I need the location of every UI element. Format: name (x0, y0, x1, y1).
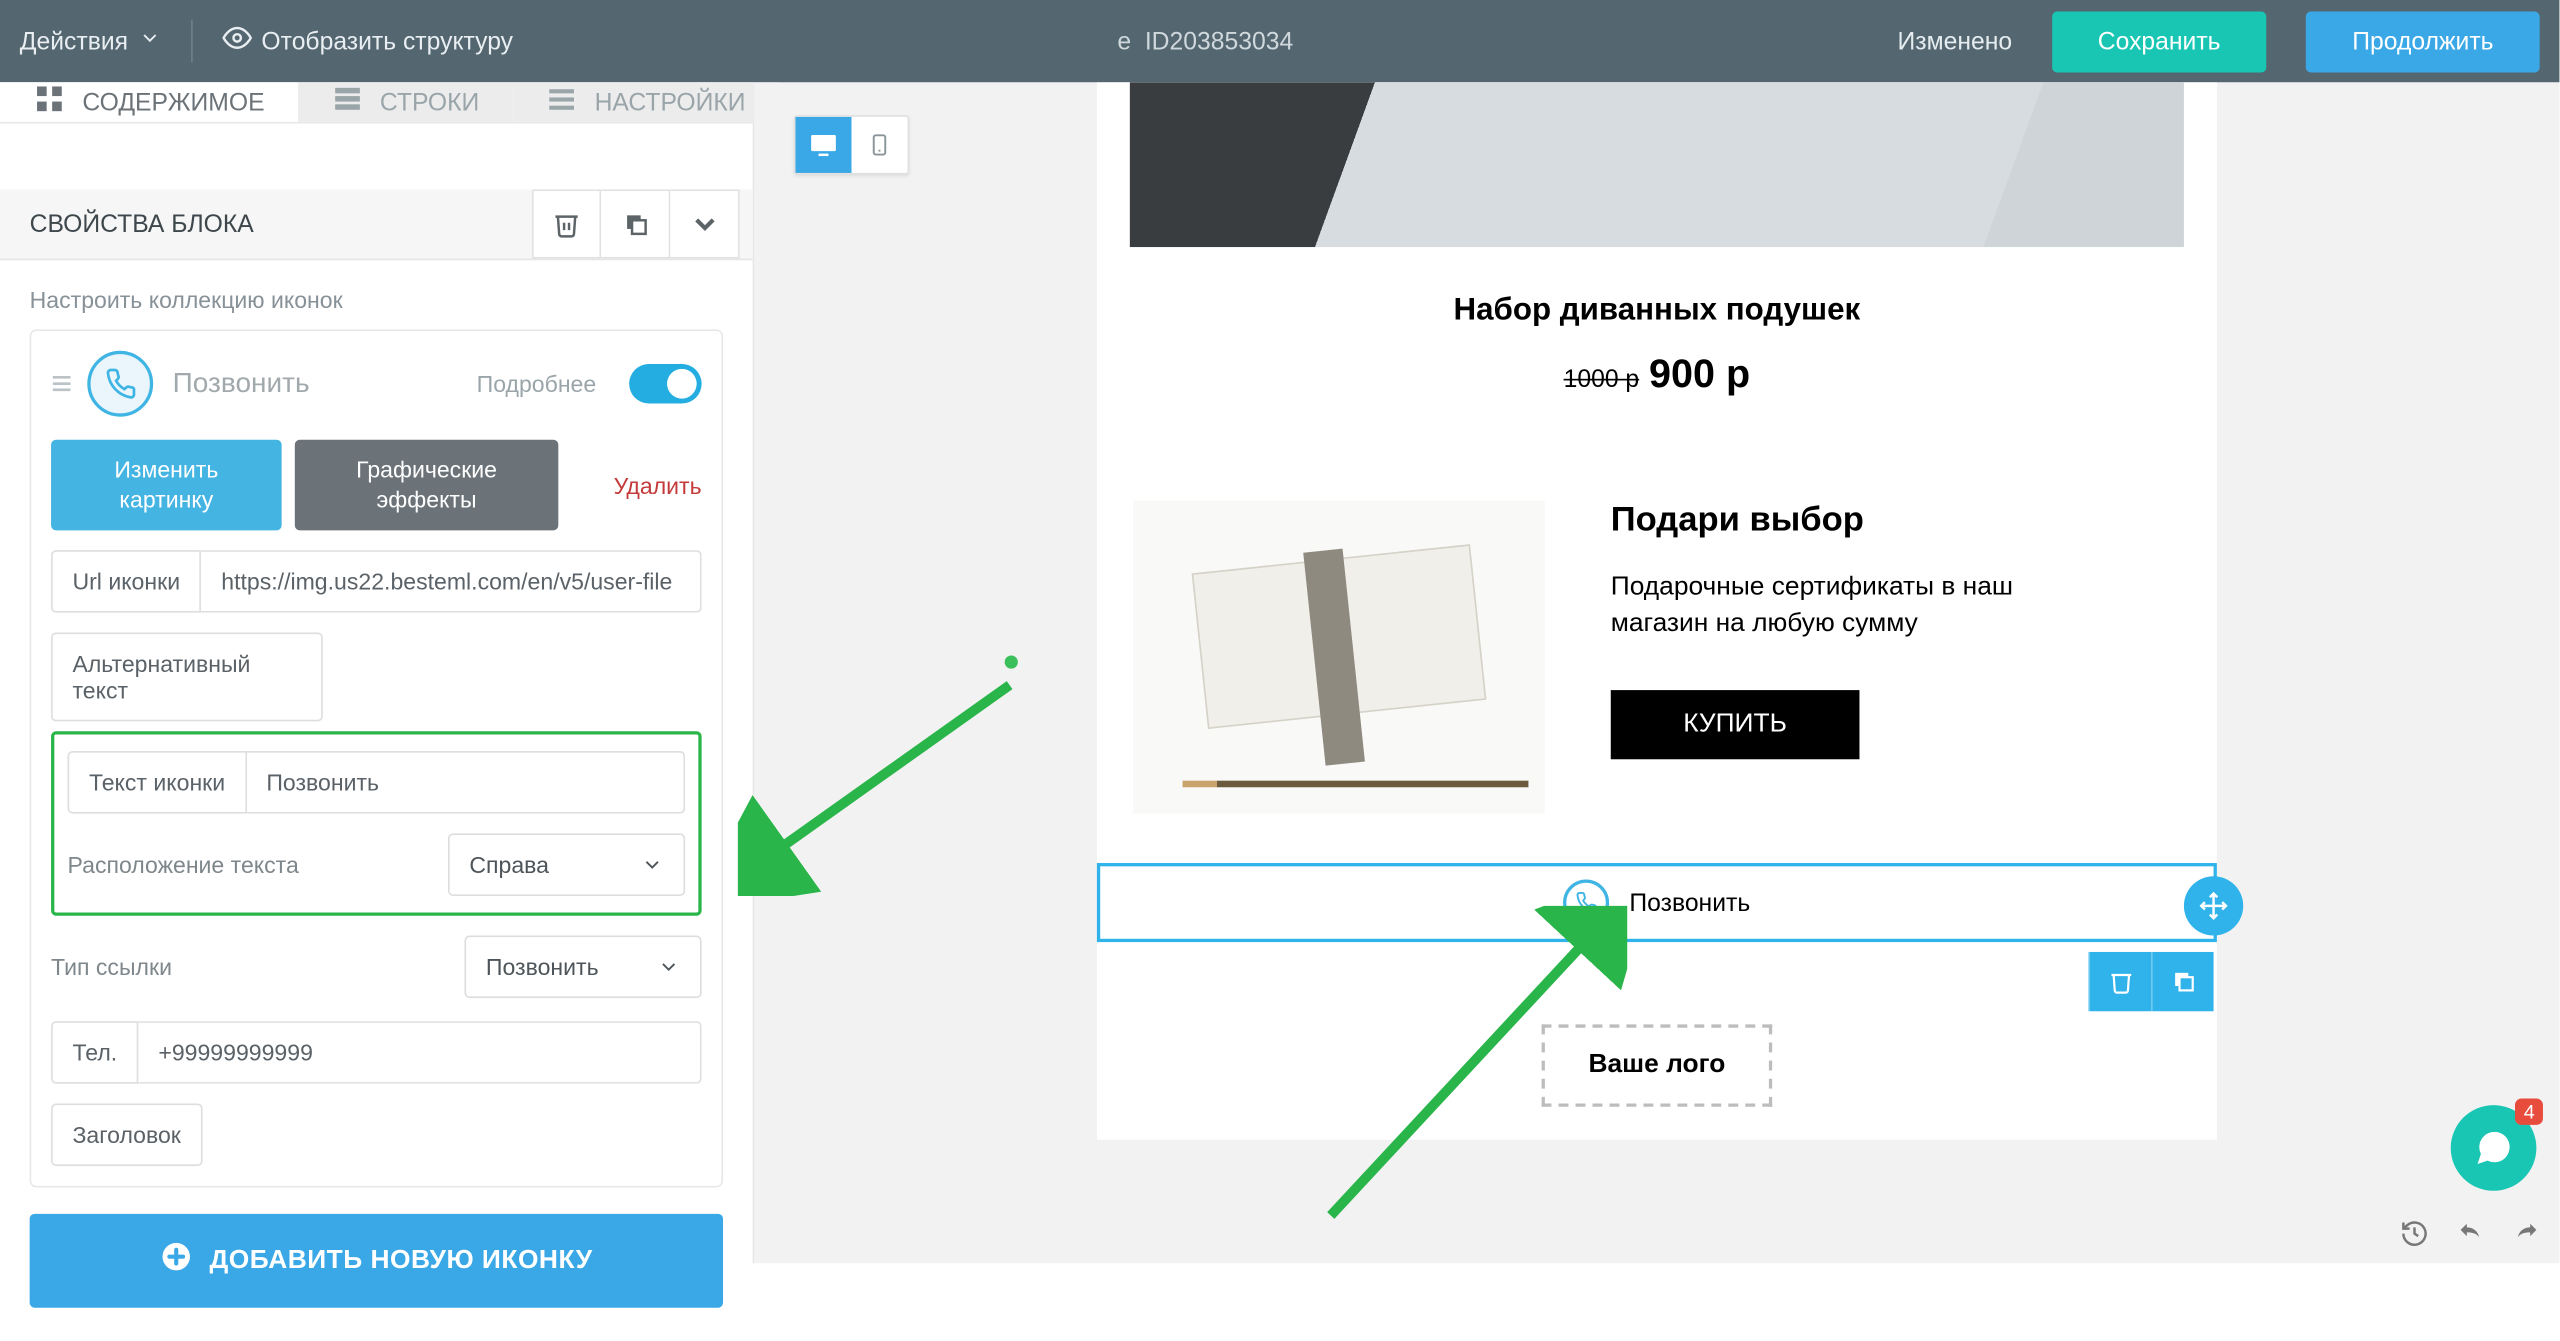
alt-text-input[interactable]: Альтернативный текст (51, 632, 323, 721)
text-position-label: Расположение текста (68, 851, 422, 877)
duplicate-block-button[interactable] (601, 189, 670, 258)
actions-menu[interactable]: Действия (20, 26, 161, 56)
copy-icon (620, 209, 650, 239)
more-label: Подробнее (477, 371, 597, 397)
plus-circle-icon (160, 1240, 193, 1281)
collection-hint: Настроить коллекцию иконок (30, 287, 723, 313)
icon-card: ≡ Позвонить Подробнее Изменить картинку … (30, 329, 723, 1187)
call-block-selected[interactable]: Позвонить (1097, 863, 2217, 942)
history-tools (2391, 1211, 2549, 1257)
callbar-text: Позвонить (1629, 889, 1750, 917)
phone-icon (87, 351, 153, 417)
annotation-arrow (738, 665, 1034, 896)
block-properties-title: СВОЙСТВА БЛОКА (30, 210, 254, 238)
actions-label: Действия (20, 27, 128, 55)
sidebar: СОДЕРЖИМОЕ СТРОКИ НАСТРОЙКИ СВОЙСТВА БЛО… (0, 82, 754, 1263)
graphic-effects-button[interactable]: Графические эффекты (295, 440, 559, 531)
undo-icon (2456, 1219, 2486, 1249)
block-properties-header: СВОЙСТВА БЛОКА (0, 189, 753, 260)
icon-url-label: Url иконки (51, 550, 201, 613)
undo-button[interactable] (2447, 1211, 2493, 1257)
redo-button[interactable] (2503, 1211, 2549, 1257)
settings-icon (545, 82, 578, 122)
chat-badge: 4 (2515, 1099, 2542, 1125)
sidebar-tabs: СОДЕРЖИМОЕ СТРОКИ НАСТРОЙКИ (0, 82, 753, 123)
tab-settings-label: НАСТРОЙКИ (595, 88, 746, 116)
rows-icon (330, 82, 363, 122)
canvas: Набор диванных подушек 1000 р 900 р Подар… (754, 82, 2559, 1263)
new-price: 900 р (1649, 352, 1750, 396)
add-icon-button[interactable]: ДОБАВИТЬ НОВУЮ ИКОНКУ (30, 1214, 723, 1308)
chat-icon (2472, 1127, 2515, 1170)
product-price: 1000 р 900 р (1097, 352, 2217, 398)
delete-block-button[interactable] (532, 189, 601, 258)
email-preview: Набор диванных подушек 1000 р 900 р Подар… (1097, 82, 2217, 1139)
mobile-preview-button[interactable] (851, 117, 907, 173)
save-button[interactable]: Сохранить (2052, 11, 2267, 72)
changed-status: Изменено (1898, 27, 2013, 55)
show-structure-label: Отобразить структуру (261, 27, 513, 55)
row-duplicate-button[interactable] (2151, 952, 2214, 1011)
highlighted-section: Текст иконки Позвонить Расположение текс… (51, 731, 702, 915)
link-type-select[interactable]: Позвонить (464, 935, 701, 998)
icon-title: Позвонить (173, 367, 457, 400)
more-toggle[interactable] (629, 364, 701, 404)
icon-url-row: Url иконки https://img.us22.besteml.com/… (51, 550, 702, 613)
move-handle[interactable] (2184, 876, 2243, 935)
content-icon (33, 82, 66, 122)
icon-url-input[interactable]: https://img.us22.besteml.com/en/v5/user-… (202, 550, 702, 613)
template-id: e ID203853034 (536, 27, 1874, 55)
chevron-down-icon (657, 955, 680, 978)
continue-button[interactable]: Продолжить (2306, 11, 2539, 72)
tel-input[interactable]: +99999999999 (139, 1021, 702, 1084)
copy-icon (2170, 968, 2196, 994)
buy-button[interactable]: КУПИТЬ (1611, 690, 1860, 759)
drag-handle-icon[interactable]: ≡ (51, 362, 67, 405)
tab-content-label: СОДЕРЖИМОЕ (82, 88, 264, 116)
link-type-label: Тип ссылки (51, 954, 438, 980)
product-title: Набор диванных подушек (1097, 293, 2217, 329)
eye-icon (222, 23, 252, 59)
icon-text-input[interactable]: Позвонить (247, 751, 686, 814)
gift-image[interactable] (1133, 501, 1545, 814)
chevron-down-icon (688, 208, 721, 241)
change-image-button[interactable]: Изменить картинку (51, 440, 282, 531)
tab-content[interactable]: СОДЕРЖИМОЕ (0, 82, 298, 122)
delete-icon-button[interactable]: Удалить (614, 472, 702, 498)
device-switcher (794, 115, 909, 174)
gift-title: Подари выбор (1611, 501, 2072, 541)
row-delete-button[interactable] (2088, 952, 2151, 1011)
tab-rows-label: СТРОКИ (380, 88, 479, 116)
move-icon (2199, 891, 2229, 921)
header-input[interactable]: Заголовок (51, 1103, 202, 1166)
show-structure-button[interactable]: Отобразить структуру (222, 23, 513, 59)
chat-widget[interactable]: 4 (2451, 1105, 2537, 1191)
tel-label: Тел. (51, 1021, 139, 1084)
topbar: Действия Отобразить структуру e ID203853… (0, 0, 2559, 82)
trash-icon (2107, 968, 2133, 994)
product-image[interactable] (1130, 82, 2184, 247)
text-position-select[interactable]: Справа (448, 833, 685, 896)
divider (191, 20, 193, 63)
old-price: 1000 р (1564, 366, 1640, 394)
tab-rows[interactable]: СТРОКИ (298, 82, 513, 122)
chevron-down-icon (641, 853, 664, 876)
history-icon (2400, 1219, 2430, 1249)
collapse-block-button[interactable] (670, 189, 739, 258)
gift-text: Подарочные сертификаты в наш магазин на … (1611, 570, 2072, 644)
desktop-icon (809, 130, 839, 160)
chevron-down-icon (138, 26, 161, 56)
history-button[interactable] (2391, 1211, 2437, 1257)
row-tools (2088, 952, 2213, 1011)
icon-text-label: Текст иконки (68, 751, 247, 814)
annotation-arrow (1298, 906, 1627, 1235)
desktop-preview-button[interactable] (796, 117, 852, 173)
tab-settings[interactable]: НАСТРОЙКИ (512, 82, 778, 122)
redo-icon (2512, 1219, 2542, 1249)
trash-icon (552, 209, 582, 239)
mobile-icon (868, 130, 891, 160)
